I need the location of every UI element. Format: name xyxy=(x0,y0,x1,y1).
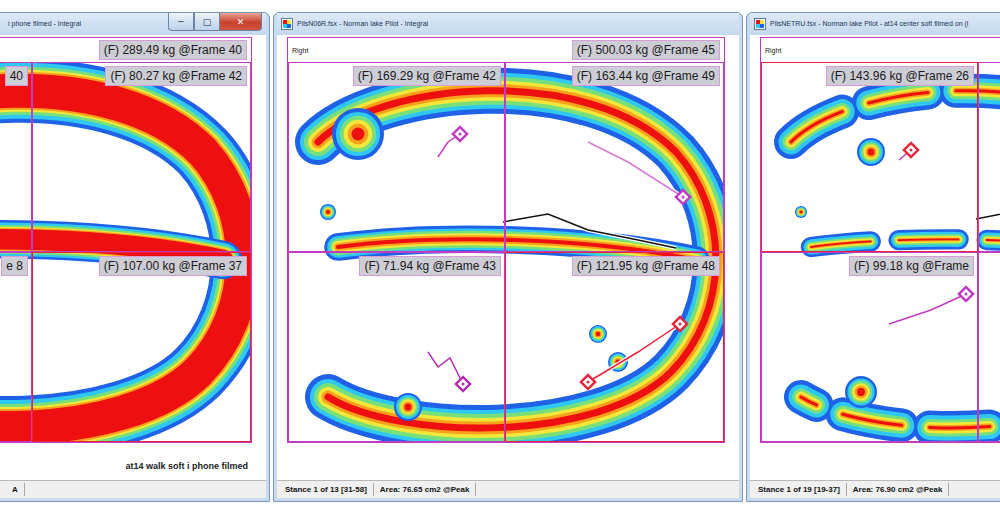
quadrant-force-label: (F) 169.29 kg @Frame 42 xyxy=(353,66,501,86)
window-control-button[interactable]: □ xyxy=(194,13,220,31)
quadrant[interactable]: (F) 80.27 kg @Frame 42 xyxy=(32,62,251,252)
quadrant[interactable] xyxy=(978,62,1000,252)
cof-trail xyxy=(588,142,683,197)
quadrant-force-label: 40 xyxy=(5,66,28,86)
title-bar[interactable]: PilsNETRU.fsx - Norman lake Pilot - at14… xyxy=(750,13,1000,35)
quadrant-grid: (F) 143.96 kg @Frame 26 (F) 99.18 kg @Fra… xyxy=(761,62,1000,442)
pressure-heatmap xyxy=(288,62,724,442)
quadrant[interactable]: (F) 107.00 kg @Frame 37 xyxy=(32,252,251,442)
title-bar[interactable]: i phone filmed - Integral ─□✕ xyxy=(0,13,266,35)
total-force-label: (F) 500.03 kg @Frame 45 xyxy=(572,40,720,60)
status-cell: Area: 76.65 cm2 @Peak xyxy=(374,483,477,496)
quadrant[interactable]: (F) 143.96 kg @Frame 26 xyxy=(761,62,978,252)
plot-window[interactable]: PilsN06R.fsx - Norman lake Pilot - Integ… xyxy=(273,12,743,502)
quadrant-grid: 40 (F) 80.27 kg @Frame 42 e 8 (F) 107.00 kg… xyxy=(0,62,251,442)
window-control-button[interactable]: ─ xyxy=(168,13,194,31)
cof-trail xyxy=(588,324,680,382)
plot-window[interactable]: i phone filmed - Integral ─□✕ (F) 289.49 k… xyxy=(0,12,270,502)
plot-frame: Right(F) 500.03 kg @Frame 45(F) 169.29 k… xyxy=(287,37,725,443)
window-title: i phone filmed - Integral xyxy=(8,19,164,29)
plot-window[interactable]: PilsNETRU.fsx - Norman lake Pilot - at14… xyxy=(746,12,1000,502)
quadrant[interactable]: (F) 71.94 kg @Frame 43 xyxy=(288,252,505,442)
quadrant-force-label: e 8 xyxy=(1,256,28,276)
plot-frame: (F) 289.49 kg @Frame 40 40 (F) 80.27 kg @F… xyxy=(0,37,252,443)
desktop: i phone filmed - Integral ─□✕ (F) 289.49 k… xyxy=(0,0,1000,515)
plot-frame: Right (F) 143.96 kg @Frame 26 (F) 99.18 kg… xyxy=(760,37,1000,443)
cof-trail xyxy=(889,294,966,324)
plot-client: (F) 289.49 kg @Frame 40 40 (F) 80.27 kg @F… xyxy=(0,35,266,480)
quadrant-force-label: (F) 143.96 kg @Frame 26 xyxy=(826,66,974,86)
plot-header: (F) 289.49 kg @Frame 40 xyxy=(0,38,251,62)
quadrant[interactable] xyxy=(978,252,1000,442)
quadrant[interactable]: (F) 99.18 kg @Frame xyxy=(761,252,978,442)
window-title: PilsNETRU.fsx - Norman lake Pilot - at14… xyxy=(770,19,1000,29)
note-area xyxy=(287,443,725,480)
status-bar: Stance 1 of 19 [19-37]Area: 76.90 cm2 @P… xyxy=(750,480,1000,498)
plot-note: at14 walk soft i phone filmed xyxy=(125,461,248,471)
side-label: Right xyxy=(292,47,308,54)
pressure-heatmap xyxy=(0,62,251,442)
window-control-button[interactable]: ✕ xyxy=(220,13,262,31)
quadrant-force-label: (F) 107.00 kg @Frame 37 xyxy=(99,256,247,276)
status-cell: Stance 1 of 13 [31-58] xyxy=(279,483,374,496)
status-cell: Area: 76.90 cm2 @Peak xyxy=(847,483,950,496)
side-label: Right xyxy=(765,47,781,54)
quadrant-force-label: (F) 99.18 kg @Frame xyxy=(849,256,974,276)
quadrant[interactable]: 40 xyxy=(0,62,32,252)
plot-header: Right xyxy=(761,38,1000,62)
cof-path xyxy=(976,212,1000,220)
status-bar: A xyxy=(0,480,266,498)
app-icon xyxy=(754,18,766,30)
quadrant-force-label: (F) 121.95 kg @Frame 48 xyxy=(572,256,720,276)
window-title: PilsN06R.fsx - Norman lake Pilot - Integ… xyxy=(297,19,739,29)
status-cell: A xyxy=(6,483,25,496)
note-area: at14 walk soft i phone filmed xyxy=(0,443,252,480)
cof-marker-icon xyxy=(676,190,690,204)
cof-marker-icon xyxy=(456,377,470,391)
quadrant[interactable]: (F) 169.29 kg @Frame 42 xyxy=(288,62,505,252)
plot-header: Right (F) 500.03 kg @Frame 45 xyxy=(288,38,724,62)
quadrant-grid: (F) 169.29 kg @Frame 42 (F) 163.44 kg @Fr… xyxy=(288,62,724,442)
cof-marker-icon xyxy=(581,375,595,389)
cof-trail xyxy=(428,352,463,384)
quadrant[interactable]: (F) 121.95 kg @Frame 48 xyxy=(505,252,724,442)
cof-path xyxy=(503,214,676,248)
quadrant[interactable]: (F) 163.44 kg @Frame 49 xyxy=(505,62,724,252)
title-bar[interactable]: PilsN06R.fsx - Norman lake Pilot - Integ… xyxy=(277,13,739,35)
note-area xyxy=(760,443,1000,480)
cof-marker-icon xyxy=(453,127,467,141)
cof-marker-icon xyxy=(959,287,973,301)
app-icon xyxy=(281,18,293,30)
total-force-label: (F) 289.49 kg @Frame 40 xyxy=(99,40,247,60)
cof-trail xyxy=(899,150,911,160)
plot-client: Right(F) 500.03 kg @Frame 45(F) 169.29 k… xyxy=(277,35,739,480)
quadrant-force-label: (F) 71.94 kg @Frame 43 xyxy=(359,256,501,276)
quadrant-force-label: (F) 80.27 kg @Frame 42 xyxy=(105,66,247,86)
plot-client: Right (F) 143.96 kg @Frame 26 (F) 99.18 kg… xyxy=(750,35,1000,480)
window-controls: ─□✕ xyxy=(168,13,262,31)
status-bar: Stance 1 of 13 [31-58]Area: 76.65 cm2 @P… xyxy=(277,480,739,498)
quadrant[interactable]: e 8 xyxy=(0,252,32,442)
cof-marker-icon xyxy=(673,317,687,331)
cof-marker-icon xyxy=(904,143,918,157)
status-cell: Stance 1 of 19 [19-37] xyxy=(752,483,847,496)
quadrant-force-label: (F) 163.44 kg @Frame 49 xyxy=(572,66,720,86)
pressure-heatmap xyxy=(761,62,1000,442)
cof-trail xyxy=(438,134,460,157)
